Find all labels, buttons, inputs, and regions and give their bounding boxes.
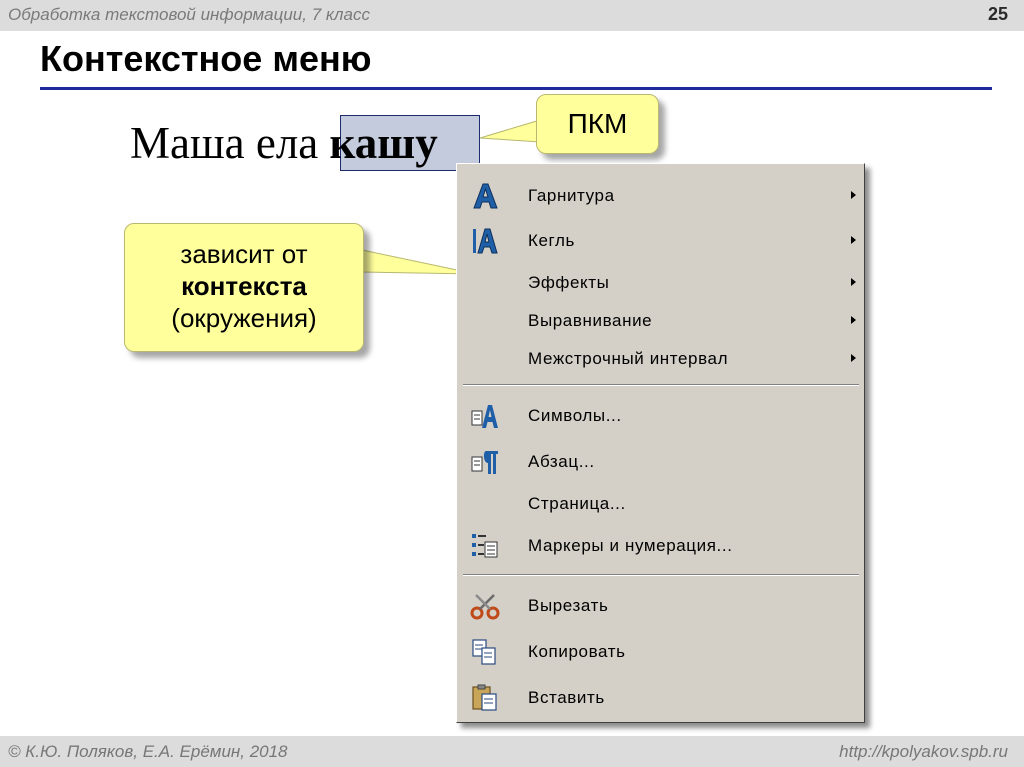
- title-divider: [40, 87, 992, 90]
- submenu-arrow-icon: [851, 316, 856, 324]
- menu-item-font[interactable]: Гарнитура: [460, 178, 860, 214]
- pkm-callout-text: ПКМ: [567, 108, 628, 139]
- context-menu: Гарнитура Кегль Эффекты Выравнивание Меж…: [456, 163, 865, 723]
- menu-item-characters[interactable]: Символы...: [460, 398, 860, 434]
- context-callout-line1: зависит от: [180, 239, 308, 269]
- pkm-callout-tail: [479, 119, 541, 143]
- menu-item-label: Выравнивание: [528, 311, 653, 330]
- context-callout-line3: (окружения): [171, 303, 317, 333]
- slide-number: 25: [987, 4, 1008, 24]
- bullets-numbering-icon: [472, 534, 498, 558]
- menu-item-label: Вырезать: [528, 596, 609, 615]
- slide-header-bar: Обработка текстовой информации, 7 класс …: [0, 0, 1024, 31]
- character-format-icon: [471, 405, 498, 428]
- context-callout: зависит от контекста (окружения): [124, 223, 364, 352]
- menu-separator: [463, 574, 859, 576]
- menu-item-font-size[interactable]: Кегль: [460, 223, 860, 259]
- menu-item-label: Символы...: [528, 406, 622, 425]
- footer-url[interactable]: http://kpolyakov.spb.ru: [839, 742, 1008, 762]
- menu-item-label: Маркеры и нумерация...: [528, 536, 733, 555]
- font-size-icon: [473, 228, 498, 254]
- slide-footer-bar: © К.Ю. Поляков, Е.А. Ерёмин, 2018 http:/…: [0, 736, 1024, 767]
- copy-icon: [472, 639, 496, 665]
- menu-item-page[interactable]: Страница...: [460, 486, 860, 522]
- menu-item-label: Вставить: [528, 688, 605, 707]
- menu-item-label: Межстрочный интервал: [528, 349, 729, 368]
- context-callout-line2: контекста: [181, 271, 307, 301]
- menu-item-cut[interactable]: Вырезать: [460, 588, 860, 624]
- paste-icon: [472, 684, 497, 711]
- sample-sentence: Маша ела кашу.: [130, 114, 480, 181]
- menu-item-paragraph[interactable]: Абзац...: [460, 444, 860, 480]
- submenu-arrow-icon: [851, 278, 856, 286]
- menu-item-line-spacing[interactable]: Межстрочный интервал: [460, 341, 860, 377]
- paragraph-format-icon: [471, 451, 498, 474]
- slide-title: Контекстное меню: [40, 38, 372, 79]
- sentence-plain-text: Маша ела: [130, 118, 330, 168]
- menu-item-effects[interactable]: Эффекты: [460, 265, 860, 301]
- menu-item-label: Эффекты: [528, 273, 610, 292]
- menu-item-alignment[interactable]: Выравнивание: [460, 303, 860, 339]
- menu-item-label: Гарнитура: [528, 186, 615, 205]
- menu-item-label: Страница...: [528, 494, 626, 513]
- menu-item-copy[interactable]: Копировать: [460, 634, 860, 670]
- course-title: Обработка текстовой информации, 7 класс: [8, 5, 370, 24]
- menu-separator: [463, 384, 859, 386]
- submenu-arrow-icon: [851, 191, 856, 199]
- footer-authors: © К.Ю. Поляков, Е.А. Ерёмин, 2018: [8, 742, 288, 761]
- pkm-callout: ПКМ: [536, 94, 659, 154]
- menu-item-paste[interactable]: Вставить: [460, 680, 860, 716]
- submenu-arrow-icon: [851, 354, 856, 362]
- submenu-arrow-icon: [851, 236, 856, 244]
- menu-item-label: Кегль: [528, 231, 575, 250]
- menu-item-label: Копировать: [528, 642, 626, 661]
- scissors-icon: [470, 594, 500, 620]
- menu-item-label: Абзац...: [528, 452, 595, 471]
- font-a-icon: [473, 183, 498, 209]
- menu-item-bullets-numbering[interactable]: Маркеры и нумерация...: [460, 528, 860, 564]
- selected-word[interactable]: кашу: [330, 118, 438, 168]
